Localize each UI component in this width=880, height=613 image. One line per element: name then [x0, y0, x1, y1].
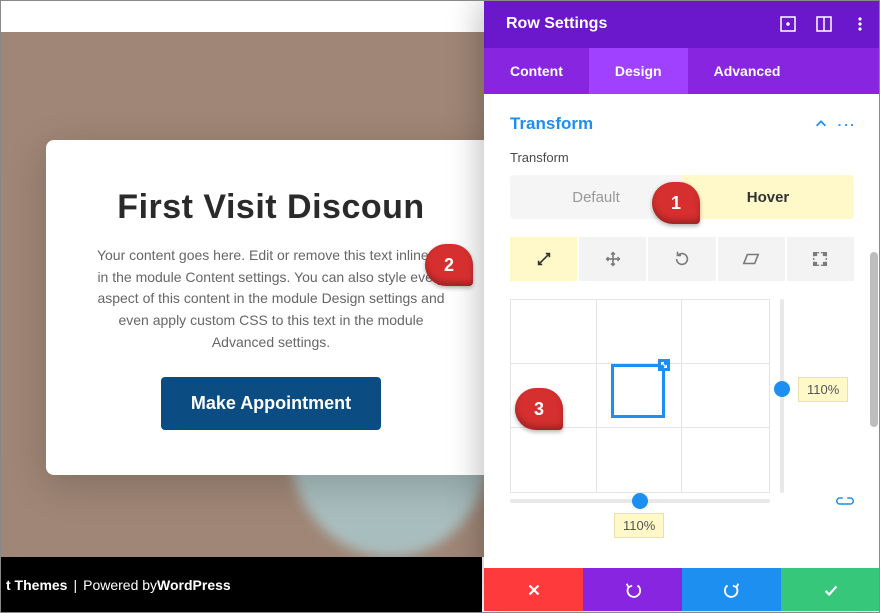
make-appointment-button[interactable]: Make Appointment	[161, 377, 381, 430]
scale-x-value[interactable]: 110%	[614, 513, 664, 538]
panel-body: Transform ⋮ Transform Default Hover	[484, 94, 880, 568]
footer-wordpress-link[interactable]: WordPress	[157, 577, 231, 593]
scale-handle-icon[interactable]	[658, 359, 670, 371]
panel-action-bar	[484, 568, 880, 611]
promo-body: Your content goes here. Edit or remove t…	[90, 245, 452, 353]
save-button[interactable]	[781, 568, 880, 611]
footer-powered: Powered by	[83, 577, 157, 593]
section-kebab-icon[interactable]: ⋮	[842, 116, 850, 132]
state-toggle: Default Hover	[510, 175, 854, 219]
rotate-icon	[673, 250, 691, 268]
transform-translate-tab[interactable]	[579, 237, 646, 281]
scale-graph[interactable]: 110% 110%	[510, 299, 854, 519]
snap-icon[interactable]	[806, 0, 842, 48]
translate-icon	[604, 250, 622, 268]
scale-indicator-box[interactable]	[611, 364, 665, 418]
redo-icon	[723, 581, 741, 599]
settings-panel: Row Settings Content Design Advanced Tra…	[484, 0, 880, 611]
origin-icon	[811, 250, 829, 268]
transform-scale-tab[interactable]	[510, 237, 577, 281]
footer-theme-link[interactable]: t Themes	[6, 577, 67, 593]
skew-icon	[742, 250, 760, 268]
panel-tabs: Content Design Advanced	[484, 48, 880, 94]
section-title[interactable]: Transform	[510, 114, 593, 134]
panel-titlebar[interactable]: Row Settings	[484, 0, 880, 48]
transform-origin-tab[interactable]	[787, 237, 854, 281]
undo-icon	[624, 581, 642, 599]
transform-rotate-tab[interactable]	[648, 237, 715, 281]
state-default[interactable]: Default	[510, 175, 682, 219]
scale-x-slider[interactable]	[510, 499, 770, 503]
footer-separator: |	[73, 577, 77, 593]
scale-x-knob[interactable]	[632, 493, 648, 509]
panel-title: Row Settings	[506, 15, 770, 33]
cancel-button[interactable]	[484, 568, 583, 611]
link-values-icon[interactable]	[836, 497, 854, 516]
redo-button[interactable]	[682, 568, 781, 611]
tab-design[interactable]: Design	[589, 48, 688, 94]
chevron-up-icon[interactable]	[814, 117, 828, 131]
site-footer: t Themes | Powered by WordPress	[0, 557, 482, 613]
check-icon	[822, 581, 840, 599]
kebab-icon[interactable]	[842, 0, 878, 48]
tab-advanced[interactable]: Advanced	[688, 48, 807, 94]
state-hover[interactable]: Hover	[682, 175, 854, 219]
scale-icon	[535, 250, 553, 268]
transform-skew-tab[interactable]	[718, 237, 785, 281]
expand-icon[interactable]	[770, 0, 806, 48]
promo-card: First Visit Discoun Your content goes he…	[46, 140, 496, 475]
close-icon	[525, 581, 543, 599]
scale-y-value[interactable]: 110%	[798, 377, 848, 402]
undo-button[interactable]	[583, 568, 682, 611]
section-label: Transform	[510, 150, 854, 165]
scale-y-knob[interactable]	[774, 381, 790, 397]
scale-y-slider[interactable]	[780, 299, 784, 493]
panel-scrollbar[interactable]	[870, 252, 878, 427]
tab-content[interactable]: Content	[484, 48, 589, 94]
promo-headline: First Visit Discoun	[90, 188, 452, 227]
transform-type-tabs	[510, 237, 854, 281]
